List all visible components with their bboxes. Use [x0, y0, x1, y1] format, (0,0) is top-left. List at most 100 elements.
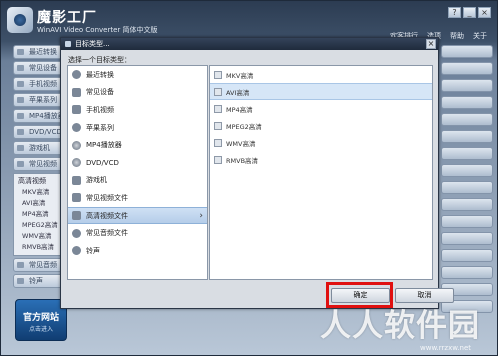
file-icon [214, 70, 222, 79]
promo-title: 官方网站 [22, 313, 59, 323]
type-item-label: 苹果系列 [86, 123, 114, 132]
clock-icon [72, 70, 81, 80]
sidebar-item[interactable]: 手机视频 [13, 77, 65, 91]
format-label: MKV高清 [226, 71, 254, 80]
bell-icon [72, 246, 81, 256]
sidebar-subitem[interactable]: WMV高清 [18, 231, 64, 242]
toolbar-button[interactable] [441, 147, 493, 160]
type-item-label: 铃声 [86, 246, 100, 255]
device-icon [72, 87, 81, 97]
phone-icon [72, 105, 81, 115]
format-item[interactable]: MKV高清 [210, 66, 432, 83]
type-item-label: 最近转换 [86, 70, 114, 79]
window-controls: ? _ × [448, 7, 491, 18]
sidebar-subitem[interactable]: MP4高清 [18, 209, 64, 220]
format-label: WMV高清 [226, 139, 256, 148]
toolbar-button[interactable] [441, 45, 493, 58]
type-item-recent[interactable]: 最近转换 [68, 66, 207, 84]
sidebar-subitem[interactable]: MKV高清 [18, 187, 64, 198]
format-list[interactable]: MKV高清 AVI高清 MP4高清 MPEG2高清 WMV高清 RMVB高清 [209, 65, 433, 280]
type-item-label: 手机视频 [86, 105, 114, 114]
type-item-label: 常见视频文件 [86, 193, 128, 202]
close-window-button[interactable]: × [478, 7, 491, 18]
sidebar-item[interactable]: 常见设备 [13, 61, 65, 75]
type-item-devices[interactable]: 常见设备 [68, 84, 207, 102]
chevron-right-icon: › [199, 210, 203, 221]
sidebar-item[interactable]: 铃声 [13, 274, 65, 288]
format-item[interactable]: MPEG2高清 [210, 117, 432, 134]
toolbar-button[interactable] [441, 181, 493, 194]
type-item-label: DVD/VCD [86, 158, 119, 167]
format-item[interactable]: MP4高清 [210, 100, 432, 117]
sidebar-item[interactable]: DVD/VCD [13, 125, 65, 139]
sidebar-item[interactable]: 最近转换 [13, 45, 65, 59]
minimize-button[interactable]: _ [463, 7, 476, 18]
sidebar-subitem[interactable]: RMVB高清 [18, 242, 64, 253]
app-logo-icon [7, 7, 33, 33]
mp4-player-icon [72, 140, 81, 150]
file-icon [214, 87, 222, 96]
sidebar-item[interactable]: 常见视频 [13, 157, 65, 171]
sidebar-item[interactable]: 苹果系列 [13, 93, 65, 107]
toolbar-button[interactable] [441, 79, 493, 92]
type-item-hd-video[interactable]: 高清视频文件 › [68, 206, 207, 225]
toolbar-button[interactable] [441, 130, 493, 143]
toolbar-button[interactable] [441, 164, 493, 177]
app-title: 魔影工厂 [37, 10, 97, 26]
apple-icon [72, 123, 81, 133]
file-icon [214, 138, 222, 147]
format-label: RMVB高清 [226, 156, 259, 165]
toolbar-button[interactable] [441, 215, 493, 228]
toolbar-button[interactable] [441, 198, 493, 211]
type-item-mp4[interactable]: MP4播放器 [68, 136, 207, 154]
sidebar-item[interactable]: MP4播放器 [13, 109, 65, 123]
sidebar-subitem[interactable]: MPEG2高清 [18, 220, 64, 231]
type-item-label: 游戏机 [86, 176, 107, 185]
type-item-label: 常见设备 [86, 88, 114, 97]
format-label: AVI高清 [226, 88, 250, 97]
sidebar-group-label[interactable]: 高清视频 [18, 176, 64, 187]
sidebar-expanded-group: 高清视频 MKV高清 AVI高清 MP4高清 MPEG2高清 WMV高清 RMV… [13, 173, 65, 256]
toolbar-button[interactable] [441, 96, 493, 109]
toolbar-button[interactable] [441, 113, 493, 126]
top-link-help[interactable]: 帮助 [450, 31, 464, 41]
hd-video-icon [72, 211, 81, 221]
sidebar-item[interactable]: 常见音频 [13, 258, 65, 272]
file-icon [214, 104, 222, 113]
type-item-label: 高清视频文件 [86, 211, 128, 220]
watermark-url: www.rrzxw.net [420, 344, 472, 352]
top-link-about[interactable]: 关于 [473, 31, 487, 41]
format-label: MP4高清 [226, 105, 253, 114]
format-label: MPEG2高清 [226, 122, 262, 131]
toolbar-button[interactable] [441, 266, 493, 279]
music-icon [72, 228, 81, 238]
type-item-phone[interactable]: 手机视频 [68, 101, 207, 119]
type-item-ringtone[interactable]: 铃声 [68, 242, 207, 260]
format-item[interactable]: WMV高清 [210, 134, 432, 151]
type-item-common-video[interactable]: 常见视频文件 [68, 189, 207, 207]
promo-subtitle: 点击进入 [28, 326, 53, 333]
format-item[interactable]: AVI高清 [210, 83, 432, 100]
gamepad-icon [72, 175, 81, 185]
type-item-game[interactable]: 游戏机 [68, 172, 207, 190]
dialog-close-button[interactable]: × [426, 39, 436, 49]
type-item-dvd[interactable]: DVD/VCD [68, 154, 207, 172]
help-window-button[interactable]: ? [448, 7, 461, 18]
file-icon [214, 121, 222, 130]
toolbar-button[interactable] [441, 232, 493, 245]
disc-icon [72, 158, 81, 168]
target-type-dialog: 目标类型... × 选择一个目标类型： 最近转换 常见设备 手机视频 苹果系列 … [60, 37, 454, 309]
target-type-list[interactable]: 最近转换 常见设备 手机视频 苹果系列 MP4播放器 DVD/VCD 游戏机 常… [67, 65, 208, 280]
toolbar-button[interactable] [441, 249, 493, 262]
sidebar-subitem[interactable]: AVI高清 [18, 198, 64, 209]
format-item[interactable]: RMVB高清 [210, 151, 432, 168]
dialog-prompt: 选择一个目标类型： [68, 56, 131, 64]
type-item-label: 常见音频文件 [86, 229, 128, 238]
app-subtitle: WinAVI Video Converter 简体中文版 [37, 26, 158, 34]
type-item-label: MP4播放器 [86, 141, 122, 150]
type-item-apple[interactable]: 苹果系列 [68, 119, 207, 137]
type-item-audio[interactable]: 常见音频文件 [68, 224, 207, 242]
sidebar-item[interactable]: 游戏机 [13, 141, 65, 155]
watermark-text: 人人软件园 [320, 308, 480, 344]
toolbar-button[interactable] [441, 62, 493, 75]
